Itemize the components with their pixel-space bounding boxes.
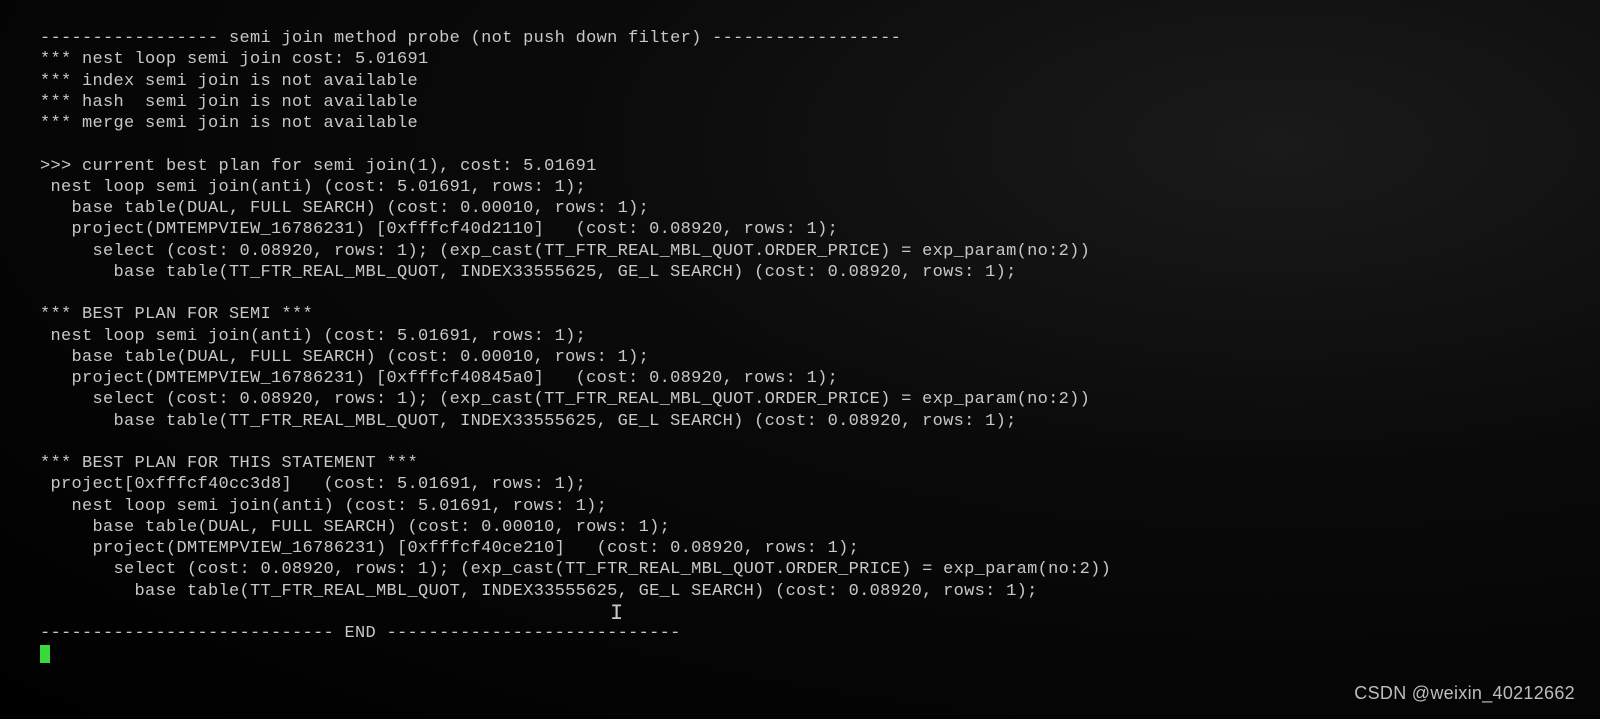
watermark-text: CSDN @weixin_40212662	[1354, 682, 1575, 705]
terminal-output: ----------------- semi join method probe…	[40, 28, 1560, 644]
text-cursor-icon: I	[610, 600, 624, 628]
block-cursor	[40, 645, 50, 663]
